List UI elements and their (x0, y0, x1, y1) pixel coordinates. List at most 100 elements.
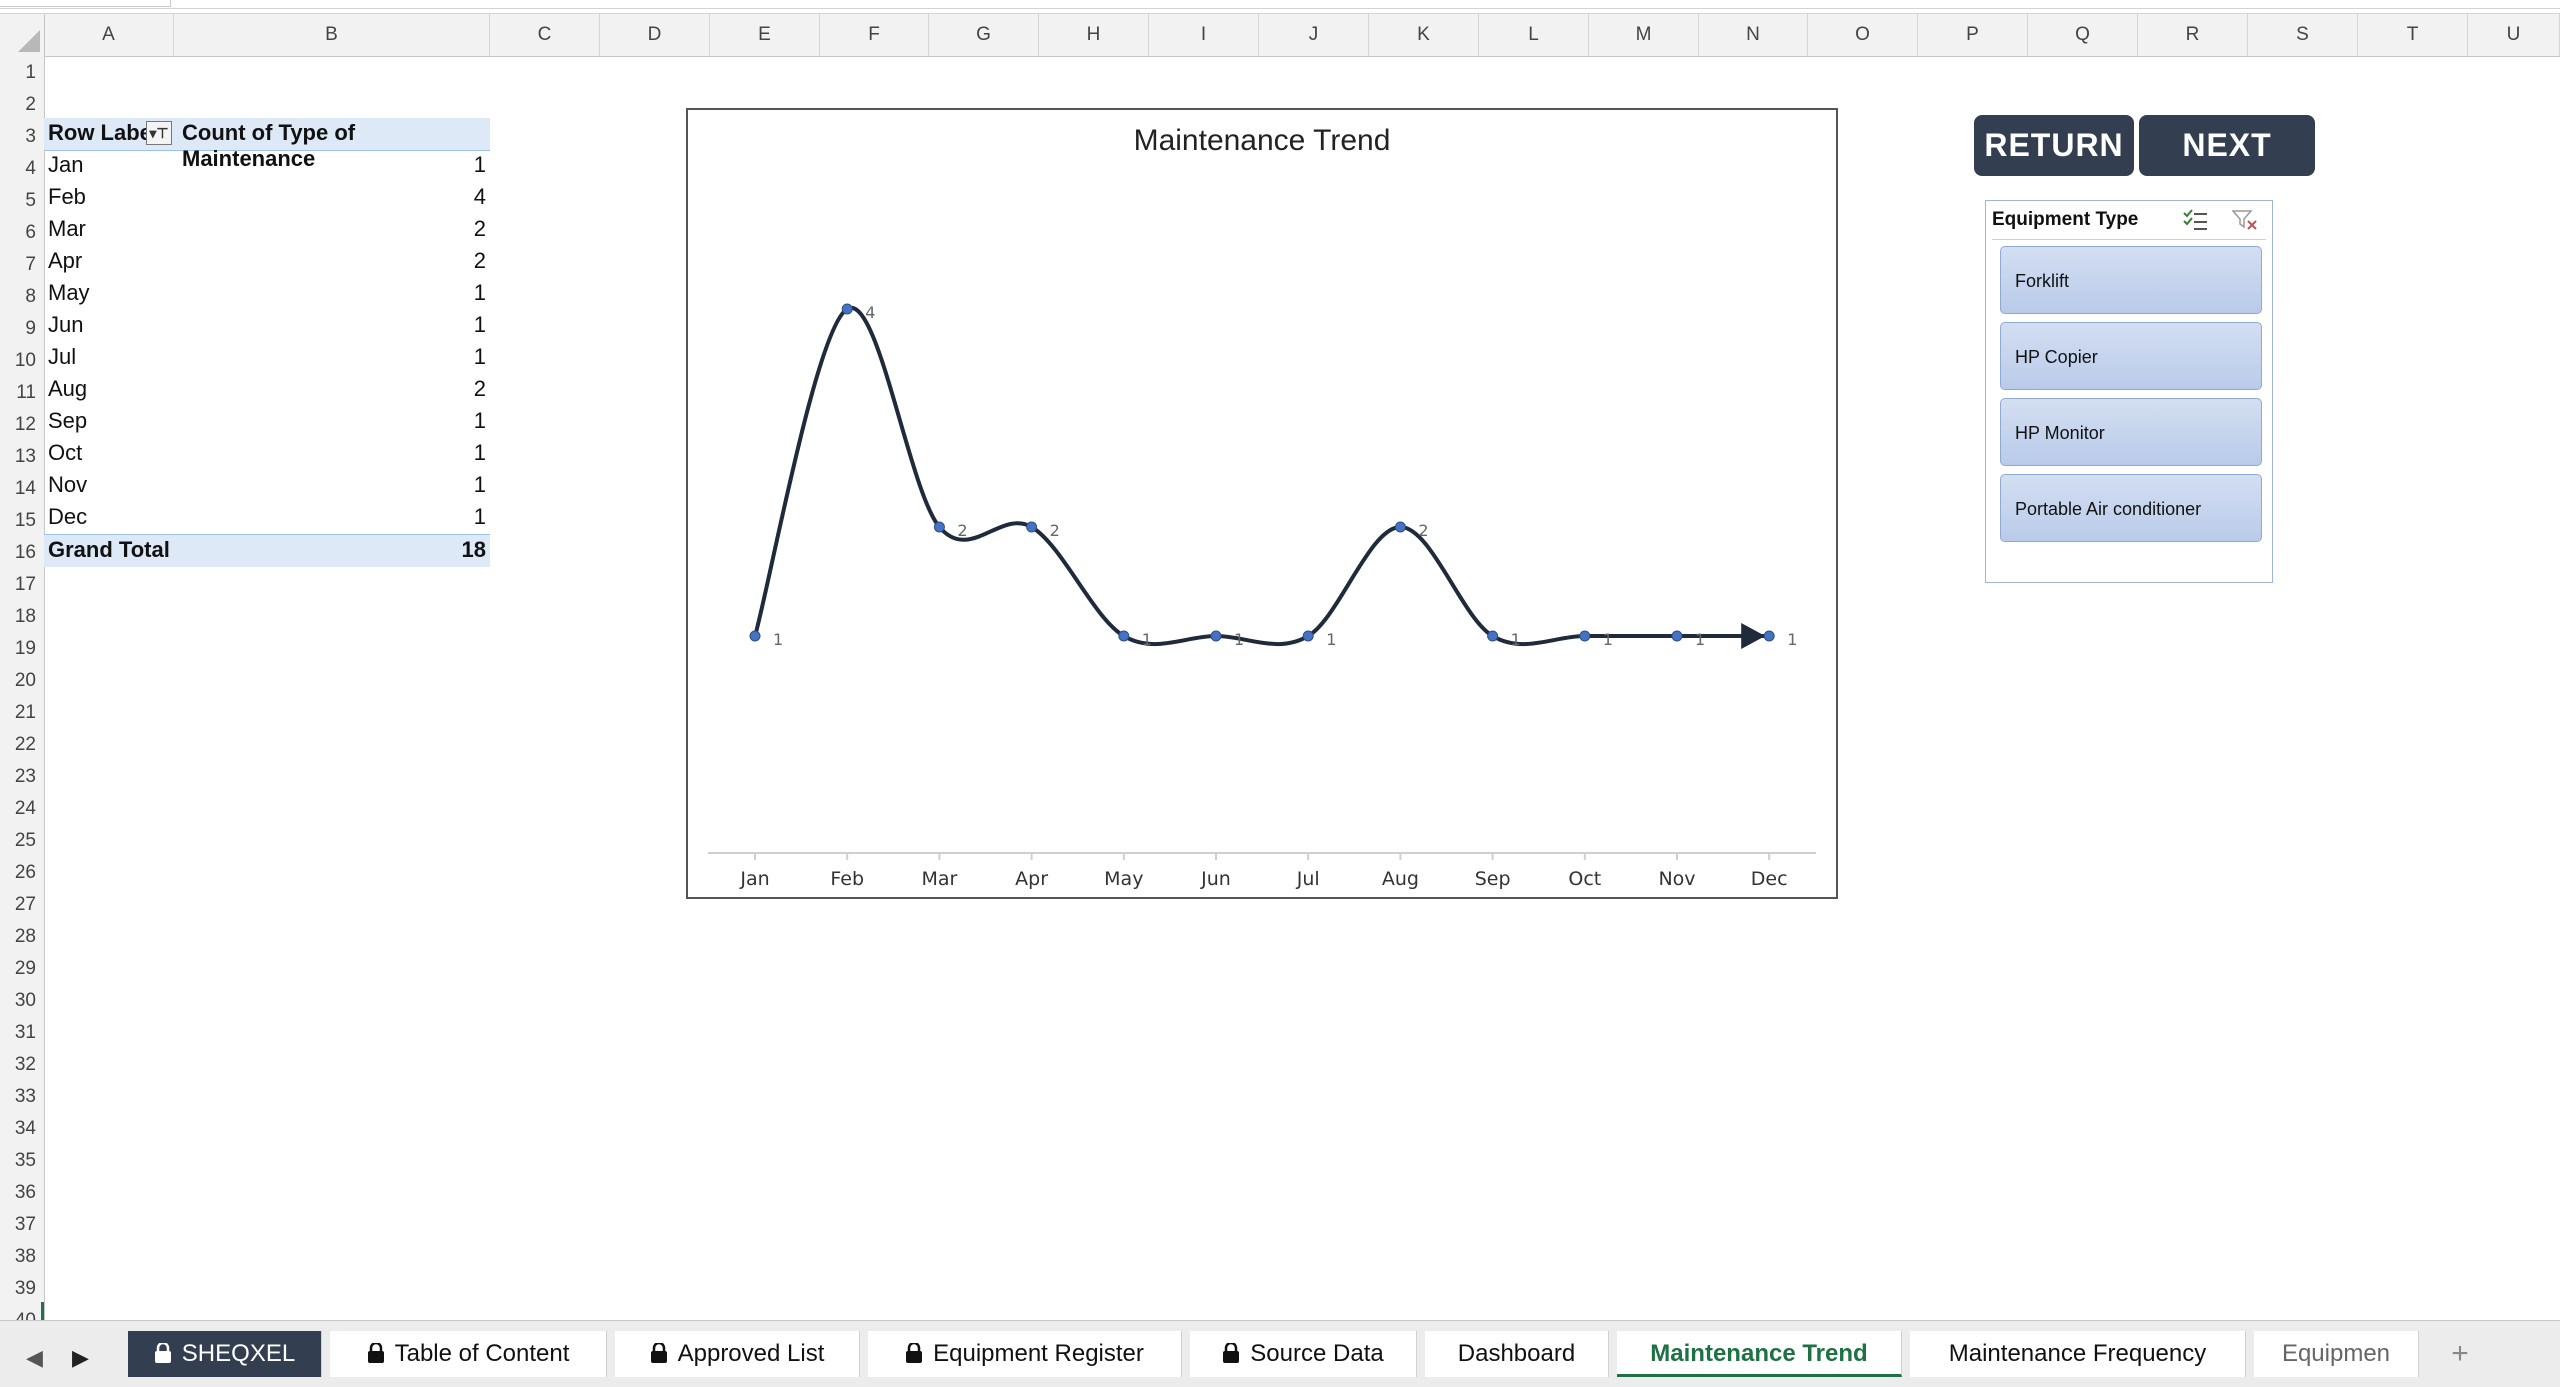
row-header-14[interactable]: 14 (0, 478, 36, 500)
row-header-37[interactable]: 37 (0, 1214, 36, 1236)
series-line[interactable] (753, 305, 1770, 647)
data-point-mar[interactable] (933, 521, 945, 533)
row-header-9[interactable]: 9 (0, 318, 36, 340)
column-header-k[interactable]: K (1369, 14, 1479, 56)
row-header-39[interactable]: 39 (0, 1278, 36, 1300)
column-header-h[interactable]: H (1039, 14, 1149, 56)
add-sheet-icon[interactable]: + (2425, 1331, 2495, 1377)
column-header-q[interactable]: Q (2028, 14, 2138, 56)
column-header-s[interactable]: S (2248, 14, 2358, 56)
pivot-row-may[interactable]: May 1 (44, 278, 490, 310)
row-header-22[interactable]: 22 (0, 734, 36, 756)
slicer-item-hp-copier[interactable]: HP Copier (2000, 322, 2262, 390)
pivot-row-labels-header[interactable]: Row Labe (48, 120, 152, 146)
data-point-nov[interactable] (1671, 630, 1683, 642)
data-point-jul[interactable] (1302, 630, 1314, 642)
column-header-c[interactable]: C (490, 14, 600, 56)
pivot-row-jan[interactable]: Jan 1 (44, 150, 490, 182)
column-header-i[interactable]: I (1149, 14, 1259, 56)
pivot-row-aug[interactable]: Aug 2 (44, 374, 490, 406)
row-header-38[interactable]: 38 (0, 1246, 36, 1268)
row-header-12[interactable]: 12 (0, 414, 36, 436)
row-header-23[interactable]: 23 (0, 766, 36, 788)
pivot-row-apr[interactable]: Apr 2 (44, 246, 490, 278)
column-header-e[interactable]: E (710, 14, 820, 56)
filter-dropdown-icon[interactable]: ▾⊤ (146, 121, 172, 145)
data-point-aug[interactable] (1394, 521, 1406, 533)
row-header-32[interactable]: 32 (0, 1054, 36, 1076)
pivot-row-sep[interactable]: Sep 1 (44, 406, 490, 438)
row-header-29[interactable]: 29 (0, 958, 36, 980)
pivot-row-dec[interactable]: Dec 1 (44, 502, 490, 534)
column-header-f[interactable]: F (820, 14, 929, 56)
row-header-30[interactable]: 30 (0, 990, 36, 1012)
column-header-n[interactable]: N (1699, 14, 1808, 56)
next-button[interactable]: NEXT (2139, 115, 2315, 176)
row-header-13[interactable]: 13 (0, 446, 36, 468)
data-point-jan[interactable] (749, 630, 761, 642)
row-header-28[interactable]: 28 (0, 926, 36, 948)
column-header-g[interactable]: G (929, 14, 1039, 56)
row-header-3[interactable]: 3 (0, 126, 36, 148)
sheet-tab-source-data[interactable]: Source Data (1190, 1331, 1417, 1377)
column-header-b[interactable]: B (174, 14, 490, 56)
row-header-7[interactable]: 7 (0, 254, 36, 276)
column-header-m[interactable]: M (1589, 14, 1699, 56)
row-header-4[interactable]: 4 (0, 158, 36, 180)
row-header-31[interactable]: 31 (0, 1022, 36, 1044)
sheet-tab-dashboard[interactable]: Dashboard (1425, 1331, 1609, 1377)
row-header-16[interactable]: 16 (0, 542, 36, 564)
column-header-r[interactable]: R (2138, 14, 2248, 56)
slicer-item-hp-monitor[interactable]: HP Monitor (2000, 398, 2262, 466)
data-point-apr[interactable] (1026, 521, 1038, 533)
sheet-tab-table-of-content[interactable]: Table of Content (330, 1331, 607, 1377)
data-point-oct[interactable] (1579, 630, 1591, 642)
column-header-l[interactable]: L (1479, 14, 1589, 56)
row-header-26[interactable]: 26 (0, 862, 36, 884)
pivot-row-mar[interactable]: Mar 2 (44, 214, 490, 246)
row-header-10[interactable]: 10 (0, 350, 36, 372)
row-header-15[interactable]: 15 (0, 510, 36, 532)
clear-filter-icon[interactable] (2232, 209, 2258, 231)
sheet-tab-equipment-register[interactable]: Equipment Register (868, 1331, 1182, 1377)
data-point-dec[interactable] (1763, 630, 1775, 642)
row-header-6[interactable]: 6 (0, 222, 36, 244)
row-header-18[interactable]: 18 (0, 606, 36, 628)
pivot-row-nov[interactable]: Nov 1 (44, 470, 490, 502)
pivot-grand-total-row[interactable]: Grand Total 18 (44, 534, 490, 567)
row-header-17[interactable]: 17 (0, 574, 36, 596)
data-point-jun[interactable] (1210, 630, 1222, 642)
row-header-1[interactable]: 1 (0, 62, 36, 84)
select-all-corner[interactable] (0, 14, 45, 56)
row-header-2[interactable]: 2 (0, 94, 36, 116)
pivot-header-row[interactable]: Row Labe ▾⊤ Count of Type of Maintenance (44, 118, 490, 171)
row-header-25[interactable]: 25 (0, 830, 36, 852)
row-header-8[interactable]: 8 (0, 286, 36, 308)
sheet-tab-approved-list[interactable]: Approved List (615, 1331, 860, 1377)
row-header-21[interactable]: 21 (0, 702, 36, 724)
row-header-24[interactable]: 24 (0, 798, 36, 820)
column-header-p[interactable]: P (1918, 14, 2028, 56)
data-point-sep[interactable] (1487, 630, 1499, 642)
column-header-o[interactable]: O (1808, 14, 1918, 56)
row-header-20[interactable]: 20 (0, 670, 36, 692)
sheet-tab-maintenance-trend[interactable]: Maintenance Trend (1617, 1331, 1902, 1377)
sheet-tab-sheqxel[interactable]: SHEQXEL (128, 1331, 322, 1377)
pivot-row-oct[interactable]: Oct 1 (44, 438, 490, 470)
pivot-row-jun[interactable]: Jun 1 (44, 310, 490, 342)
return-button[interactable]: RETURN (1974, 115, 2134, 176)
sheet-tab-maintenance-frequency[interactable]: Maintenance Frequency (1910, 1331, 2246, 1377)
row-header-5[interactable]: 5 (0, 190, 36, 212)
maintenance-trend-chart[interactable]: Maintenance Trend 1 Jan 4 Feb 2 Mar 2 Apr 1 May 1 J… (686, 108, 1838, 899)
row-header-33[interactable]: 33 (0, 1086, 36, 1108)
row-header-27[interactable]: 27 (0, 894, 36, 916)
equipment-type-slicer[interactable]: Equipment Type Forklift HP Copier HP Monit… (1985, 200, 2273, 583)
row-header-35[interactable]: 35 (0, 1150, 36, 1172)
pivot-row-feb[interactable]: Feb 4 (44, 182, 490, 214)
data-point-feb[interactable] (841, 303, 853, 315)
row-header-19[interactable]: 19 (0, 638, 36, 660)
column-header-a[interactable]: A (44, 14, 174, 56)
sheet-tab-equipmen[interactable]: Equipmen (2254, 1331, 2419, 1377)
column-header-t[interactable]: T (2358, 14, 2468, 56)
column-header-j[interactable]: J (1259, 14, 1369, 56)
